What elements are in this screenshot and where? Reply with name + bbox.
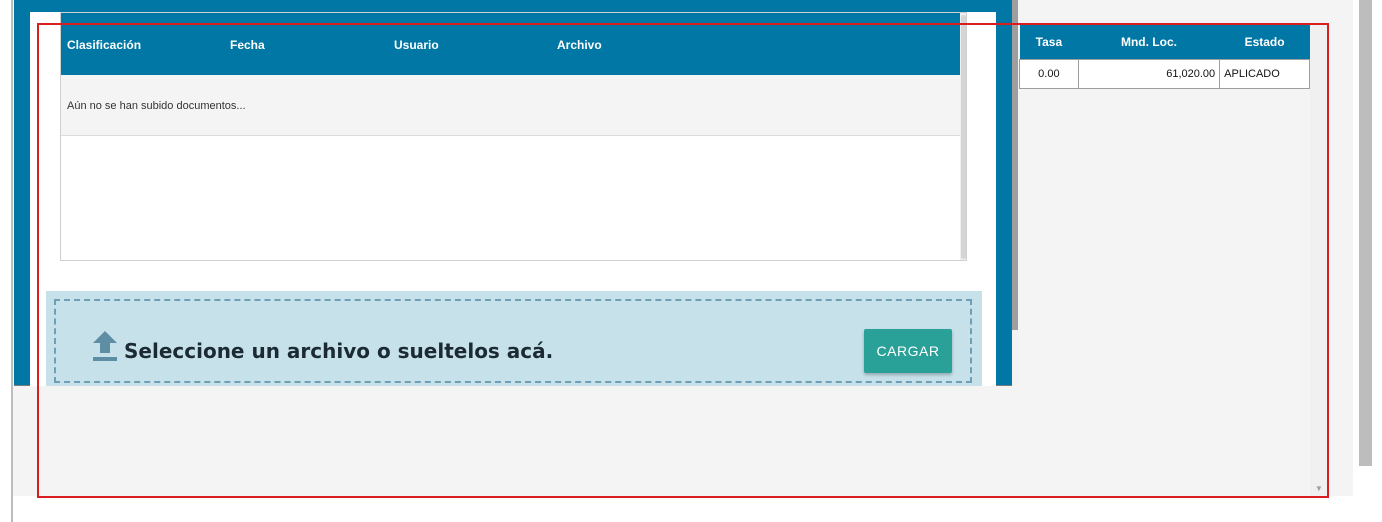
documents-grid: Clasificación Fecha Usuario Archivo Aún … — [60, 12, 967, 261]
page-scrollbar-thumb[interactable] — [1359, 0, 1372, 466]
results-scrollbar[interactable] — [1310, 24, 1328, 496]
documents-grid-header: Clasificación Fecha Usuario Archivo — [61, 13, 961, 75]
cell-tasa: 0.00 — [1019, 59, 1079, 89]
col-header-clasificacion[interactable]: Clasificación — [67, 13, 141, 75]
col-header-usuario[interactable]: Usuario — [394, 13, 439, 75]
upload-dropzone[interactable]: Seleccione un archivo o sueltelos acá. C… — [46, 291, 982, 386]
col-header-mnd-loc[interactable]: Mnd. Loc. — [1078, 24, 1220, 60]
table-row[interactable]: 0.00 61,020.00 APLICADO — [1019, 59, 1310, 89]
col-header-fecha[interactable]: Fecha — [230, 13, 265, 75]
col-header-archivo[interactable]: Archivo — [557, 13, 602, 75]
upload-icon — [93, 331, 117, 361]
documents-grid-scrollbar-thumb[interactable] — [961, 15, 966, 259]
background-results-table: Tasa Mnd. Loc. Estado 0.00 61,020.00 APL… — [1019, 24, 1310, 89]
scroll-down-arrow-icon[interactable]: ▼ — [1315, 484, 1323, 493]
page-bottom-strip — [13, 496, 1353, 522]
modal-scrollbar-thumb[interactable] — [1012, 0, 1018, 330]
empty-message: Aún no se han subido documentos... — [67, 100, 246, 112]
col-header-estado[interactable]: Estado — [1219, 24, 1310, 60]
col-header-tasa[interactable]: Tasa — [1019, 24, 1079, 60]
upload-prompt: Seleccione un archivo o sueltelos acá. — [124, 339, 554, 363]
upload-dropzone-border[interactable]: Seleccione un archivo o sueltelos acá. C… — [54, 299, 972, 383]
cell-mnd-loc: 61,020.00 — [1077, 59, 1221, 89]
cell-estado: APLICADO — [1219, 59, 1310, 89]
cargar-button[interactable]: CARGAR — [864, 329, 952, 373]
documents-empty-row: Aún no se han subido documentos... — [61, 75, 961, 136]
